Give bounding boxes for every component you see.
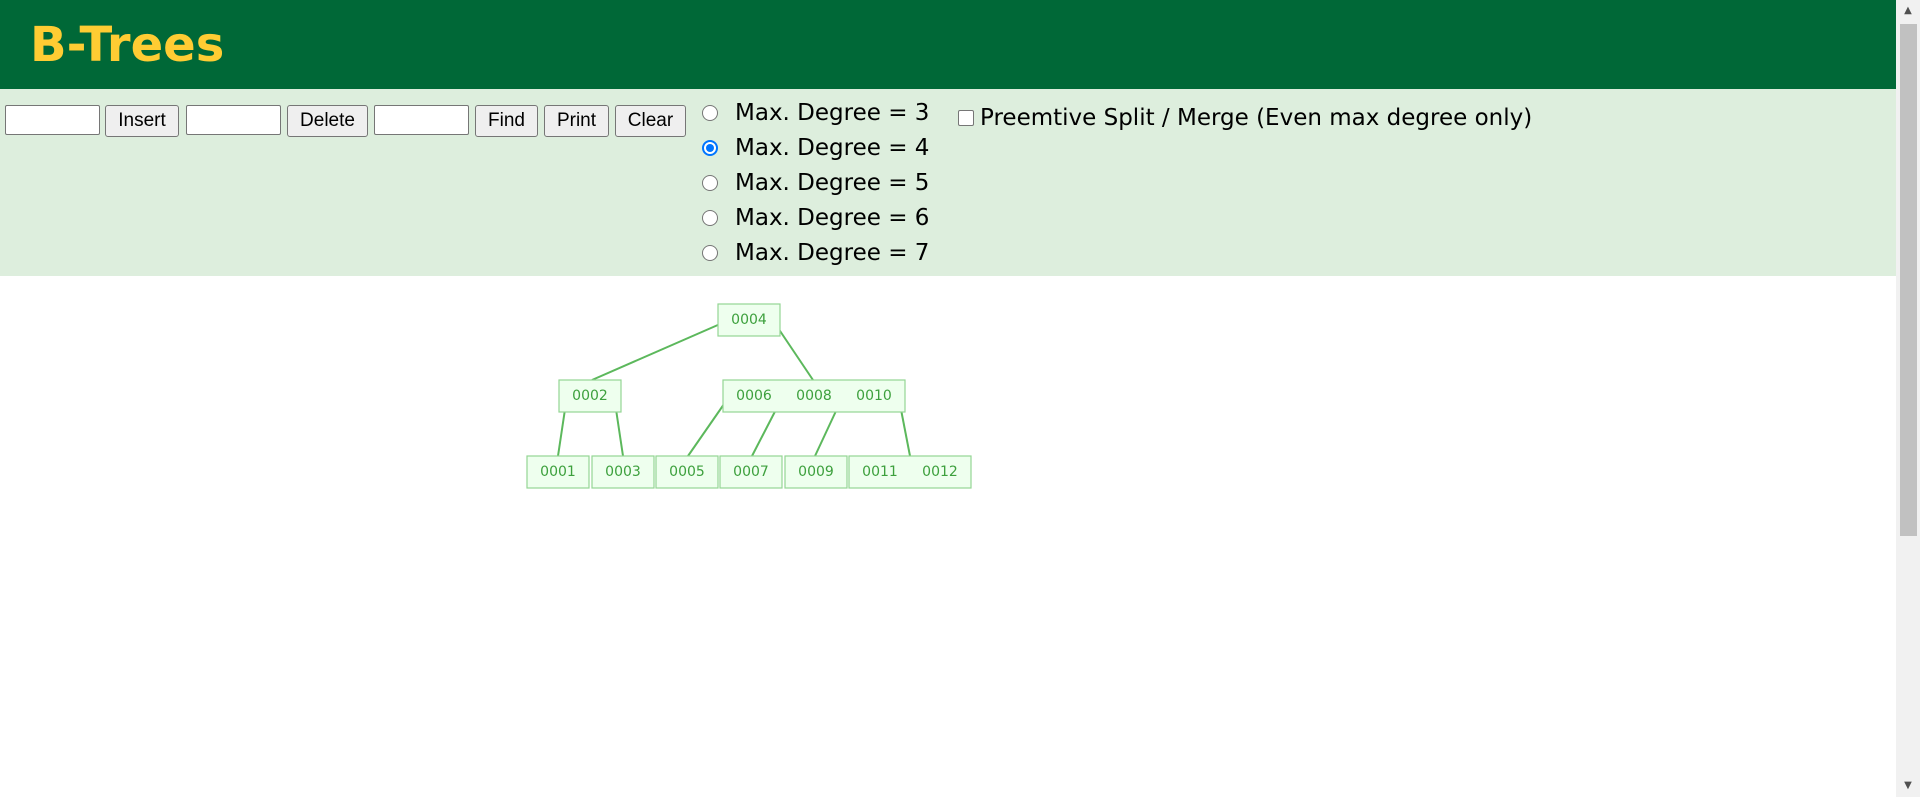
degree-4-label: Max. Degree = 4 — [735, 134, 930, 161]
insert-value-input[interactable] — [5, 105, 100, 135]
node-key: 0008 — [796, 388, 832, 404]
btree-canvas: 0004 0002 0006 0008 0010 0001 0003 0005 … — [526, 303, 972, 489]
clear-button[interactable]: Clear — [615, 105, 686, 137]
degree-option-5[interactable]: Max. Degree = 5 — [702, 165, 929, 200]
preemptive-split-option[interactable]: Preemtive Split / Merge (Even max degree… — [958, 102, 1532, 134]
node-key: 0011 — [862, 464, 898, 480]
node-key: 0007 — [733, 464, 769, 480]
degree-option-6[interactable]: Max. Degree = 6 — [702, 200, 929, 235]
edge-root-to-0002 — [591, 320, 728, 381]
triangle-down-icon[interactable]: ▼ — [1896, 775, 1920, 797]
find-button[interactable]: Find — [475, 105, 538, 137]
header-bar: B-Trees — [0, 0, 1896, 89]
btree-visualization-app: B-Trees Insert Delete Find Print Clear M… — [0, 0, 1920, 797]
node-key: 0010 — [856, 388, 892, 404]
control-panel: Insert Delete Find Print Clear Max. Degr… — [0, 89, 1896, 276]
delete-value-input[interactable] — [186, 105, 281, 135]
scrollbar-thumb[interactable] — [1900, 24, 1917, 536]
triangle-up-icon[interactable]: ▲ — [1896, 0, 1920, 22]
page-title: B-Trees — [30, 17, 225, 73]
vertical-scrollbar[interactable]: ▲ ▼ — [1896, 0, 1920, 797]
node-key: 0006 — [736, 388, 772, 404]
node-key: 0009 — [798, 464, 834, 480]
degree-6-label: Max. Degree = 6 — [735, 204, 930, 231]
node-key: 0002 — [572, 388, 608, 404]
delete-button[interactable]: Delete — [287, 105, 368, 137]
node-key: 0001 — [540, 464, 576, 480]
degree-3-radio[interactable] — [702, 104, 718, 121]
preemptive-split-checkbox[interactable] — [958, 110, 974, 126]
node-key: 0005 — [669, 464, 705, 480]
degree-7-radio[interactable] — [702, 244, 718, 261]
degree-3-label: Max. Degree = 3 — [735, 99, 930, 126]
degree-4-radio[interactable] — [702, 139, 718, 156]
find-value-input[interactable] — [374, 105, 469, 135]
insert-button[interactable]: Insert — [105, 105, 179, 137]
degree-5-label: Max. Degree = 5 — [735, 169, 930, 196]
degree-option-3[interactable]: Max. Degree = 3 — [702, 95, 929, 130]
degree-option-4[interactable]: Max. Degree = 4 — [702, 130, 929, 165]
degree-option-7[interactable]: Max. Degree = 7 — [702, 235, 929, 270]
preemptive-split-label: Preemtive Split / Merge (Even max degree… — [980, 105, 1533, 131]
node-key: 0003 — [605, 464, 641, 480]
print-button[interactable]: Print — [544, 105, 609, 137]
degree-6-radio[interactable] — [702, 209, 718, 226]
node-key: 0004 — [731, 312, 767, 328]
degree-5-radio[interactable] — [702, 174, 718, 191]
node-key: 0012 — [922, 464, 958, 480]
degree-7-label: Max. Degree = 7 — [735, 239, 930, 266]
